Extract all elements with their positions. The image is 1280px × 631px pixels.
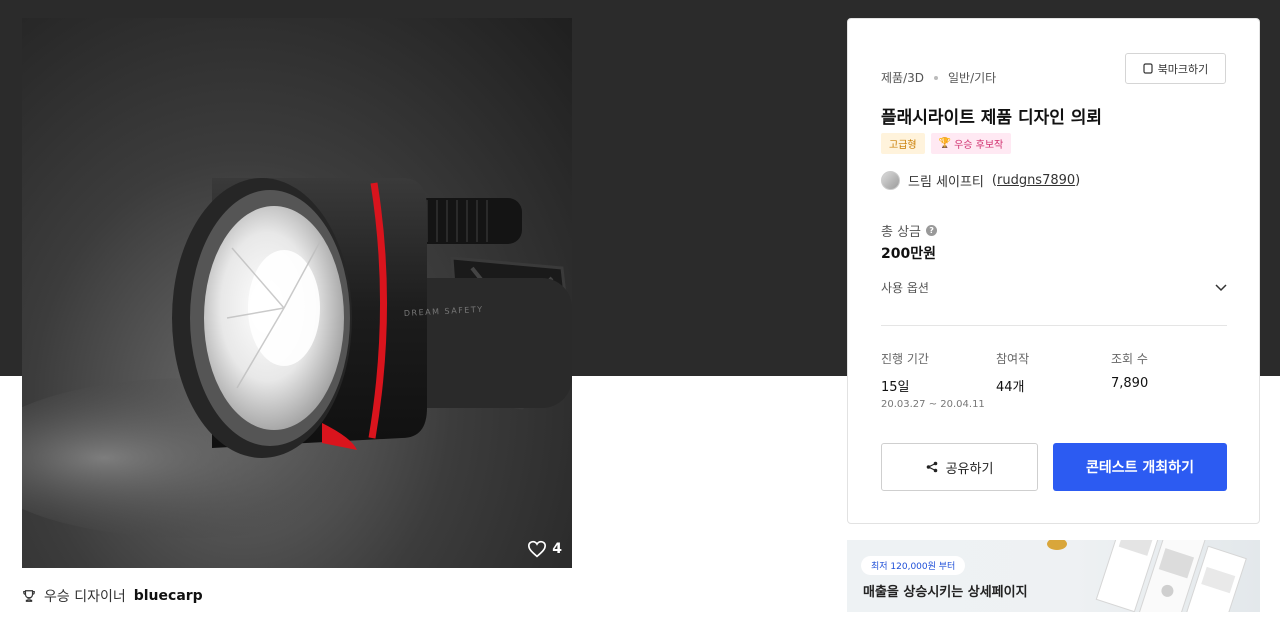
premium-badge: 고급형 — [881, 133, 925, 154]
total-prize-value: 200만원 — [881, 246, 936, 262]
host-contest-button[interactable]: 콘테스트 개최하기 — [1053, 443, 1227, 491]
ad-page-mockup-image — [1047, 540, 1247, 612]
contest-title: 플래시라이트 제품 디자인 의뢰 — [881, 108, 1103, 128]
stat-views: 조회 수 7,890 — [1111, 350, 1226, 410]
ad-headline: 매출을 상승시키는 상세페이지 — [863, 585, 1028, 600]
like-count: 4 — [552, 541, 562, 557]
stat-label: 진행 기간 — [881, 352, 929, 366]
stat-value: 7,890 — [1111, 376, 1149, 391]
share-icon — [926, 461, 937, 473]
contest-stats: 진행 기간 15일 20.03.27 ~ 20.04.11 참여작 44개 조회… — [881, 350, 1227, 410]
chevron-down-icon — [1215, 283, 1227, 291]
stat-value: 44개 — [996, 380, 1025, 395]
help-icon[interactable]: ? — [926, 225, 938, 236]
contest-info-card: 제품/3D 일반/기타 북마크하기 플래시라이트 제품 디자인 의뢰 고급형 🏆… — [847, 18, 1260, 524]
stat-label: 조회 수 — [1111, 352, 1148, 366]
breadcrumb-subcategory[interactable]: 일반/기타 — [948, 69, 996, 86]
breadcrumb: 제품/3D 일반/기타 — [881, 69, 996, 86]
flashlight-illustration: DREAM SAFETY — [22, 178, 572, 538]
avatar[interactable] — [881, 171, 900, 190]
share-label: 공유하기 — [945, 461, 994, 477]
trophy-icon: 🏆 — [938, 138, 952, 149]
product-image[interactable]: DREAM SAFETY 4 — [22, 18, 572, 568]
like-button[interactable]: 4 — [527, 540, 562, 558]
ad-price-pill: 최저 120,000원 부터 — [861, 556, 966, 575]
badge-list: 고급형 🏆 우승 후보작 — [881, 133, 1012, 154]
options-label: 사용 옵션 — [881, 281, 929, 295]
stat-label: 참여작 — [996, 352, 1030, 366]
client-info: 드림 세이프티 (rudgns7890) — [881, 171, 1080, 190]
bookmark-button[interactable]: 북마크하기 — [1125, 53, 1226, 84]
stat-date-range: 20.03.27 ~ 20.04.11 — [881, 399, 985, 410]
share-button[interactable]: 공유하기 — [881, 443, 1038, 491]
stat-value: 15일 — [881, 380, 910, 395]
winner-label: 우승 디자이너 — [44, 589, 126, 605]
breadcrumb-category[interactable]: 제품/3D — [881, 69, 924, 86]
divider — [881, 325, 1227, 326]
stat-entries: 참여작 44개 — [996, 350, 1111, 410]
options-dropdown[interactable]: 사용 옵션 — [881, 279, 1227, 296]
heart-icon — [528, 540, 547, 558]
breadcrumb-separator — [934, 75, 938, 80]
bookmark-label: 북마크하기 — [1157, 62, 1209, 76]
total-prize-label: 총 상금 ? — [881, 221, 938, 240]
bookmark-icon — [1143, 63, 1153, 74]
client-name: 드림 세이프티 — [908, 175, 984, 190]
client-handle-link[interactable]: rudgns7890 — [997, 173, 1075, 188]
winner-name[interactable]: bluecarp — [134, 588, 203, 604]
winner-designer: 우승 디자이너 bluecarp — [22, 586, 203, 606]
trophy-icon — [23, 590, 35, 602]
prize-label-text: 총 상금 — [881, 225, 922, 240]
winner-candidate-label: 우승 후보작 — [954, 140, 1004, 151]
ad-banner[interactable]: 최저 120,000원 부터 매출을 상승시키는 상세페이지 — [847, 540, 1260, 612]
stat-duration: 진행 기간 15일 20.03.27 ~ 20.04.11 — [881, 350, 996, 410]
winner-candidate-badge: 🏆 우승 후보작 — [930, 133, 1012, 154]
